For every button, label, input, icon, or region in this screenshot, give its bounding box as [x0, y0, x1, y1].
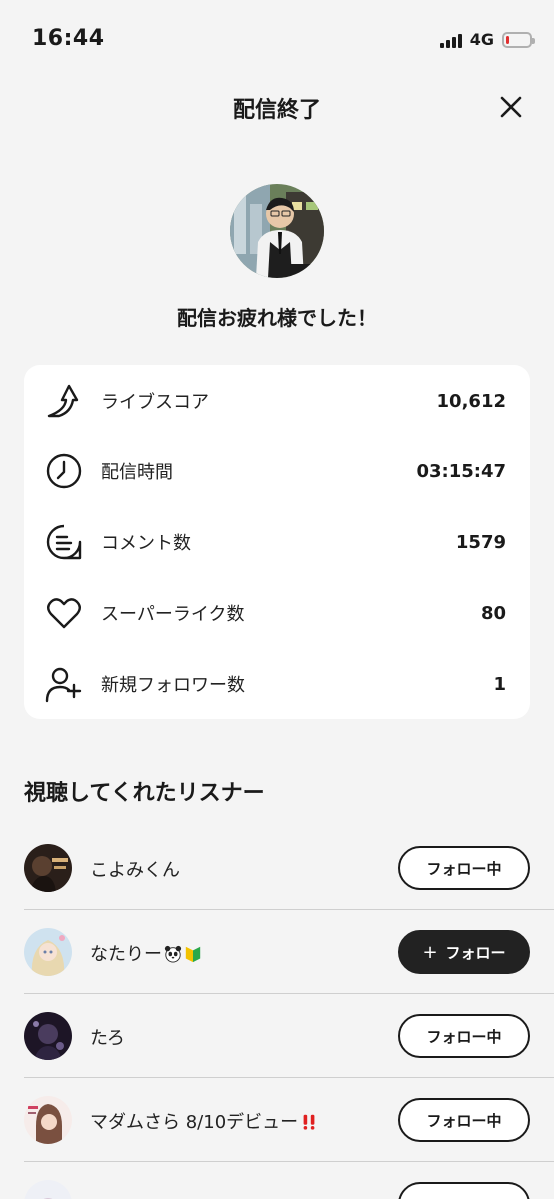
listener-name-text: マダムさら 8/10デビュー [90, 1112, 299, 1133]
stat-row-new-followers: 新規フォロワー数 1 [24, 654, 530, 714]
stat-label: ライブスコア [101, 392, 209, 413]
stat-value: 1 [493, 673, 506, 695]
following-button[interactable]: フォロー中 [398, 1014, 530, 1058]
heart-icon [44, 593, 84, 633]
header: 配信終了 [0, 80, 554, 134]
plus-icon: + [422, 941, 438, 963]
close-icon [500, 96, 522, 118]
comment-icon [44, 522, 84, 562]
battery-icon [502, 31, 535, 48]
status-time: 16:44 [32, 26, 105, 51]
stat-label: 配信時間 [101, 462, 173, 483]
status-bar: 16:44 4G [0, 0, 554, 80]
avatar[interactable] [24, 844, 72, 892]
close-button[interactable] [496, 92, 526, 122]
following-button[interactable] [398, 1182, 530, 1199]
avatar[interactable] [24, 1180, 72, 1199]
stat-value: 1579 [455, 531, 506, 553]
host-avatar [230, 184, 324, 278]
list-item[interactable]: たろ フォロー中 [24, 994, 554, 1078]
listener-name: なたりー [90, 940, 202, 966]
stat-row-comments: コメント数 1579 [24, 512, 530, 572]
follow-button-label: フォロー [445, 943, 506, 962]
clock-icon [44, 451, 84, 491]
stat-label: コメント数 [101, 533, 191, 554]
avatar[interactable] [24, 928, 72, 976]
listener-name: こよみくん [90, 860, 180, 881]
listener-name: マダムさら 8/10デビュー [90, 1108, 318, 1134]
stat-value: 03:15:47 [416, 460, 506, 482]
stat-row-duration: 配信時間 03:15:47 [24, 441, 530, 501]
signal-icon [439, 32, 462, 48]
double-exclamation-icon [303, 1114, 315, 1130]
list-item[interactable]: こよみくん フォロー中 [24, 826, 554, 910]
listeners-section-title: 視聴してくれたリスナー [24, 781, 265, 806]
status-indicators: 4G [439, 30, 535, 49]
stat-label: スーパーライク数 [101, 604, 245, 625]
stat-value: 10,612 [436, 390, 506, 412]
following-button[interactable]: フォロー中 [398, 1098, 530, 1142]
greeting-message: 配信お疲れ様でした！ [177, 306, 377, 330]
list-item[interactable]: なたりー + フォロー [24, 910, 554, 994]
stat-value: 80 [480, 602, 506, 624]
panda-icon [164, 945, 182, 963]
stat-row-live-score: ライブスコア 10,612 [24, 371, 530, 431]
avatar[interactable] [24, 1096, 72, 1144]
stat-row-super-likes: スーパーライク数 80 [24, 583, 530, 643]
network-type: 4G [469, 30, 494, 49]
avatar[interactable] [24, 1012, 72, 1060]
list-item[interactable] [24, 1162, 554, 1199]
listener-name-text: なたりー [90, 944, 162, 965]
page-title: 配信終了 [232, 98, 321, 123]
battery-level [506, 35, 510, 44]
listener-name: たろ [90, 1028, 125, 1049]
beginner-mark-icon [185, 946, 201, 963]
add-user-icon [44, 664, 84, 704]
live-score-icon [44, 381, 84, 421]
stat-label: 新規フォロワー数 [101, 675, 245, 696]
follow-button[interactable]: + フォロー [398, 930, 530, 974]
list-item[interactable]: マダムさら 8/10デビュー フォロー中 [24, 1078, 554, 1162]
stats-card: ライブスコア 10,612 配信時間 03:15:47 コメント数 1579 ス… [24, 365, 530, 719]
following-button[interactable]: フォロー中 [398, 846, 530, 890]
